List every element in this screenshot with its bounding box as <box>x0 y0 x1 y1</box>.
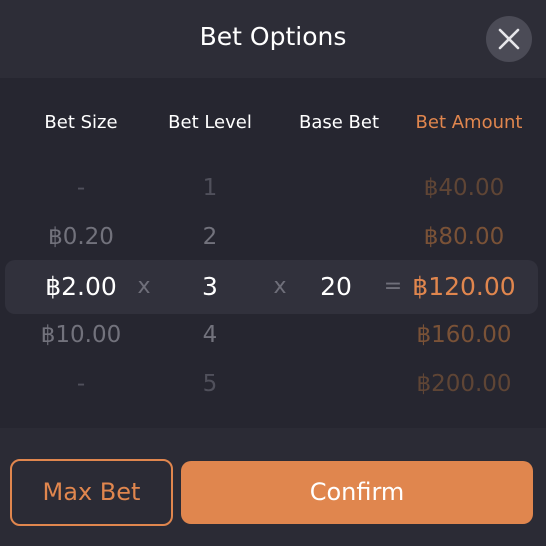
column-header-bet-level: Bet Level <box>168 112 252 133</box>
bet-level-option[interactable]: 5 <box>150 371 270 397</box>
bet-size-option[interactable]: ฿10.00 <box>8 322 154 348</box>
max-bet-button[interactable]: Max Bet <box>10 459 173 526</box>
dialog-title: Bet Options <box>199 22 347 51</box>
bet-amount-option[interactable]: ฿80.00 <box>400 224 528 250</box>
base-bet-value: 20 <box>320 272 352 301</box>
bet-level-selected[interactable]: 3 <box>150 272 270 301</box>
column-header-bet-amount: Bet Amount <box>415 112 523 133</box>
bet-size-option[interactable]: - <box>8 371 154 397</box>
bet-size-option[interactable]: - <box>8 175 154 201</box>
confirm-button[interactable]: Confirm <box>181 461 533 524</box>
close-icon <box>498 28 520 50</box>
bet-amount-option[interactable]: ฿200.00 <box>400 371 528 397</box>
bet-size-option[interactable]: ฿0.20 <box>8 224 154 250</box>
bet-amount-option[interactable]: ฿40.00 <box>400 175 528 201</box>
bet-level-option[interactable]: 1 <box>150 175 270 201</box>
bet-level-option[interactable]: 4 <box>150 322 270 348</box>
bet-amount-selected[interactable]: ฿120.00 <box>400 272 528 301</box>
column-header-base-bet: Base Bet <box>298 112 380 133</box>
close-button[interactable] <box>486 16 532 62</box>
column-header-bet-size: Bet Size <box>44 112 118 133</box>
bet-level-option[interactable]: 2 <box>150 224 270 250</box>
bet-amount-option[interactable]: ฿160.00 <box>400 322 528 348</box>
